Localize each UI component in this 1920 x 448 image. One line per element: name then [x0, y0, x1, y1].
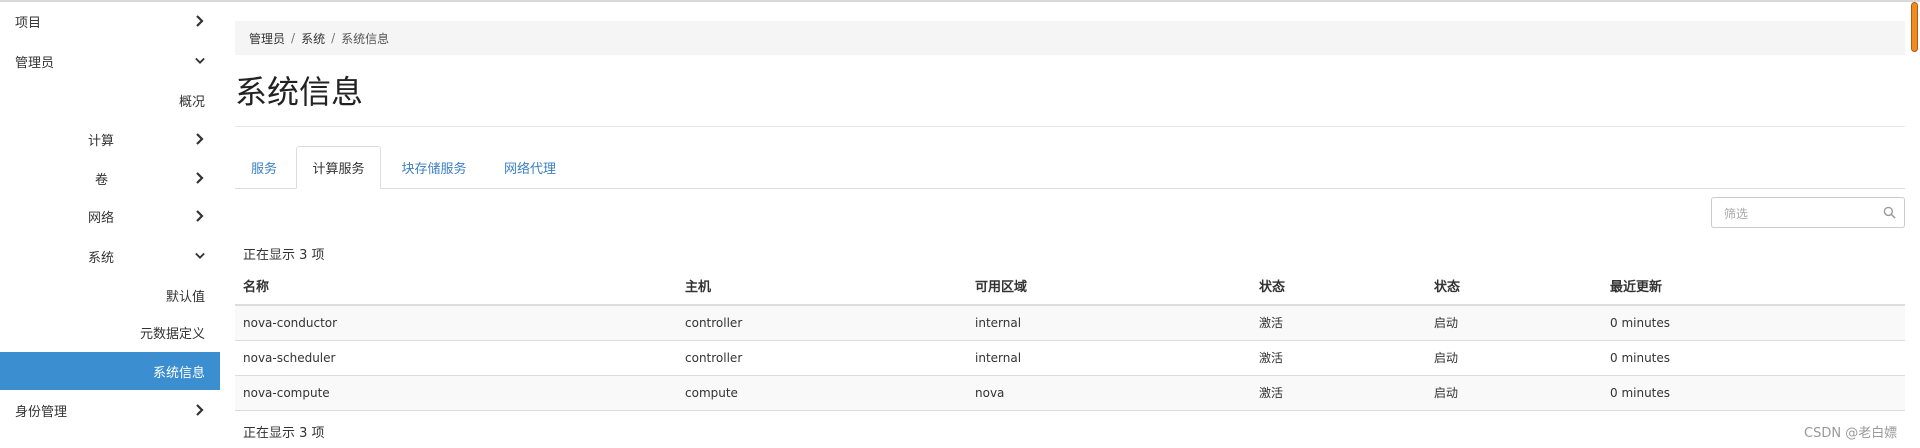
sidebar-item-label: 系统: [88, 250, 115, 266]
chevron-right-icon: [193, 197, 207, 235]
watermark: CSDN @老白嫖: [1804, 426, 1898, 441]
top-border: [0, 0, 1920, 2]
column-header-status[interactable]: 状态: [1259, 271, 1285, 304]
breadcrumb-separator: /: [291, 31, 296, 45]
tab-network-agents[interactable]: 网络代理: [487, 146, 573, 188]
sidebar-item-label: 计算: [88, 133, 115, 149]
cell-host: controller: [685, 351, 743, 365]
sidebar-item-label: 元数据定义: [139, 326, 205, 342]
cell-updated: 0 minutes: [1610, 386, 1671, 400]
cell-updated: 0 minutes: [1610, 351, 1671, 365]
column-header-zone[interactable]: 可用区域: [975, 271, 1027, 304]
cell-host: compute: [685, 386, 738, 400]
breadcrumb-item-system[interactable]: 系统: [301, 30, 325, 47]
sidebar-item-label: 默认值: [165, 289, 205, 305]
chevron-right-icon: [193, 120, 207, 158]
system-info-table: 名称 主机 可用区域 状态 状态 最近更新 nova-conductor con…: [235, 271, 1905, 411]
cell-name: nova-conductor: [243, 316, 338, 330]
sidebar-item-compute[interactable]: 计算: [0, 120, 220, 158]
tab-services[interactable]: 服务: [235, 146, 293, 188]
sidebar-item-label: 身份管理: [15, 404, 68, 420]
item-count-bottom: 正在显示 3 项: [243, 426, 325, 441]
table-row: nova-conductor controller internal 激活 启动…: [235, 306, 1905, 341]
sidebar-item-volumes[interactable]: 卷: [0, 159, 220, 197]
cell-state: 启动: [1434, 316, 1459, 330]
filter-input[interactable]: [1712, 198, 1896, 229]
table-header: 名称 主机 可用区域 状态 状态 最近更新: [235, 271, 1905, 306]
chevron-right-icon: [193, 391, 207, 429]
column-header-host[interactable]: 主机: [685, 271, 711, 304]
sidebar-item-label: 概况: [178, 94, 205, 110]
tab-bar: 服务 计算服务 块存储服务 网络代理: [235, 146, 1905, 189]
cell-state: 启动: [1434, 386, 1459, 400]
breadcrumb: 管理员 / 系统 / 系统信息: [235, 21, 1905, 55]
sidebar: 项目 管理员 概况 计算 卷 网络 系统 默认值 元数据定义 系统信息 身份管理: [0, 0, 220, 448]
table-row: nova-scheduler controller internal 激活 启动…: [235, 341, 1905, 376]
column-header-state[interactable]: 状态: [1434, 271, 1460, 304]
sidebar-item-project[interactable]: 项目: [0, 2, 220, 40]
sidebar-item-defaults[interactable]: 默认值: [0, 276, 220, 314]
sidebar-item-network[interactable]: 网络: [0, 197, 220, 235]
cell-status: 激活: [1259, 351, 1284, 365]
column-header-updated[interactable]: 最近更新: [1610, 271, 1662, 304]
title-divider: [235, 126, 1905, 127]
sidebar-item-label: 管理员: [15, 55, 55, 71]
page-title: 系统信息: [235, 73, 364, 111]
cell-zone: internal: [975, 351, 1022, 365]
chevron-right-icon: [193, 159, 207, 197]
sidebar-item-label: 系统信息: [152, 365, 205, 381]
sidebar-item-label: 卷: [95, 172, 109, 188]
sidebar-item-overview[interactable]: 概况: [0, 81, 220, 119]
table-row: nova-compute compute nova 激活 启动 0 minute…: [235, 376, 1905, 411]
item-count-top: 正在显示 3 项: [243, 248, 325, 263]
page-scrollbar[interactable]: [1908, 0, 1920, 448]
cell-host: controller: [685, 316, 743, 330]
cell-status: 激活: [1259, 316, 1284, 330]
filter-box: [1711, 197, 1905, 229]
sidebar-item-label: 网络: [88, 210, 115, 226]
chevron-down-icon: [193, 237, 207, 275]
sidebar-item-admin[interactable]: 管理员: [0, 42, 220, 80]
chevron-down-icon: [193, 42, 207, 80]
breadcrumb-separator: /: [331, 31, 336, 45]
cell-status: 激活: [1259, 386, 1284, 400]
cell-zone: nova: [975, 386, 1005, 400]
sidebar-item-label: 项目: [15, 15, 42, 31]
cell-name: nova-scheduler: [243, 351, 336, 365]
chevron-right-icon: [193, 2, 207, 40]
tab-block-storage-services[interactable]: 块存储服务: [385, 146, 483, 188]
sidebar-item-system[interactable]: 系统: [0, 237, 220, 275]
tab-compute-services[interactable]: 计算服务: [296, 146, 381, 189]
sidebar-item-metadata-definitions[interactable]: 元数据定义: [0, 313, 220, 351]
cell-name: nova-compute: [243, 386, 330, 400]
breadcrumb-item-admin[interactable]: 管理员: [249, 30, 285, 47]
sidebar-item-identity[interactable]: 身份管理: [0, 391, 220, 429]
sidebar-item-system-info[interactable]: 系统信息: [0, 352, 220, 390]
cell-updated: 0 minutes: [1610, 316, 1671, 330]
column-header-name[interactable]: 名称: [243, 271, 269, 304]
breadcrumb-item-current: 系统信息: [341, 31, 390, 46]
cell-state: 启动: [1434, 351, 1459, 365]
scrollbar-thumb[interactable]: [1911, 2, 1918, 52]
cell-zone: internal: [975, 316, 1022, 330]
search-icon[interactable]: [1883, 206, 1896, 219]
